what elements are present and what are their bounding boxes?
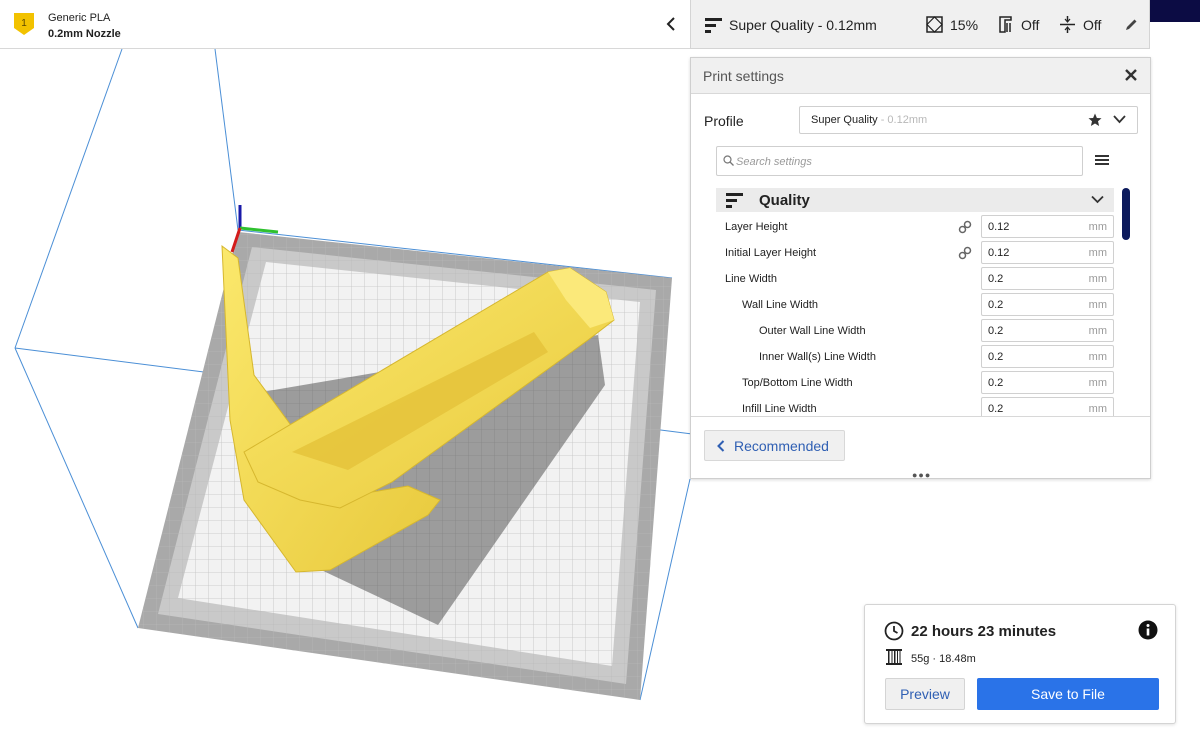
pencil-icon (1126, 19, 1137, 30)
chevron-down-icon (1113, 115, 1126, 124)
setting-unit: mm (1088, 273, 1107, 285)
print-settings-summary-bar[interactable]: Super Quality - 0.12mm 15% Off Off (690, 0, 1150, 49)
resize-grip-icon[interactable]: ●●● (912, 470, 931, 480)
close-button[interactable] (1122, 66, 1140, 84)
setting-unit: mm (1088, 299, 1107, 311)
nozzle-size: 0.2mm Nozzle (48, 28, 121, 40)
panel-header: Print settings (691, 58, 1150, 94)
setting-unit: mm (1088, 403, 1107, 415)
adhesion-icon (1060, 16, 1075, 33)
support-value: Off (1021, 16, 1040, 33)
setting-value: 0.2 (988, 325, 1004, 337)
search-icon (723, 155, 734, 166)
svg-text:1: 1 (21, 18, 27, 29)
setting-row-inner-wall-line-width: Inner Wall(s) Line Width 0.2 mm (716, 344, 1116, 370)
panel-title: Print settings (703, 68, 784, 84)
edit-settings-button[interactable] (1125, 0, 1138, 49)
setting-value: 0.2 (988, 403, 1004, 415)
setting-value-field[interactable]: 0.2 mm (981, 293, 1114, 316)
recommended-button[interactable]: Recommended (704, 430, 845, 461)
collapse-button[interactable] (660, 12, 682, 36)
setting-row-infill-line-width: Infill Line Width 0.2 mm (716, 396, 1116, 418)
setting-value-field[interactable]: 0.2 mm (981, 345, 1114, 368)
material-name: Generic PLA (48, 12, 111, 24)
chevron-down-icon (1091, 195, 1104, 204)
setting-value: 0.2 (988, 273, 1004, 285)
setting-unit: mm (1088, 325, 1107, 337)
profile-label: Profile (704, 113, 744, 129)
setting-value-field[interactable]: 0.2 mm (981, 319, 1114, 342)
link-icon[interactable] (958, 246, 972, 260)
print-settings-panel: Print settings Profile Super Quality - 0… (690, 57, 1151, 480)
setting-label: Wall Line Width (742, 299, 819, 311)
settings-list: Layer Height 0.12 mm Initial Layer Heigh… (716, 214, 1116, 418)
print-time: 22 hours 23 minutes (911, 623, 1057, 640)
setting-value-field[interactable]: 0.2 mm (981, 371, 1114, 394)
setting-value: 0.2 (988, 377, 1004, 389)
setting-unit: mm (1088, 247, 1107, 259)
setting-unit: mm (1088, 221, 1107, 233)
menu-icon[interactable] (1095, 154, 1109, 166)
search-settings-field[interactable] (716, 146, 1083, 176)
category-label: Quality (759, 192, 810, 209)
recommended-label: Recommended (734, 437, 829, 454)
setting-row-top-bottom-line-width: Top/Bottom Line Width 0.2 mm (716, 370, 1116, 396)
profile-dropdown[interactable]: Super Quality - 0.12mm (799, 106, 1138, 134)
info-icon[interactable] (1138, 620, 1158, 640)
quality-layers-icon (705, 17, 722, 33)
adhesion-value: Off (1083, 16, 1102, 33)
support-icon (999, 16, 1012, 33)
setting-unit: mm (1088, 377, 1107, 389)
setting-value: 0.2 (988, 351, 1004, 363)
spool-icon (886, 649, 902, 665)
setting-row-wall-line-width: Wall Line Width 0.2 mm (716, 292, 1116, 318)
save-to-file-button[interactable]: Save to File (977, 678, 1159, 710)
setting-value: 0.2 (988, 299, 1004, 311)
star-icon[interactable] (1088, 113, 1102, 127)
profile-summary[interactable]: Super Quality - 0.12mm (705, 0, 877, 49)
setting-label: Initial Layer Height (725, 247, 817, 259)
extruder-badge-icon: 1 (12, 11, 36, 37)
setting-row-line-width: Line Width 0.2 mm (716, 266, 1116, 292)
print-estimate-card: 22 hours 23 minutes 55g · 18.48m Preview… (864, 604, 1176, 724)
infill-icon (926, 16, 943, 33)
setting-label: Top/Bottom Line Width (742, 377, 853, 389)
infill-value: 15% (950, 16, 979, 33)
search-input[interactable] (736, 153, 1066, 170)
chevron-left-icon (717, 439, 725, 452)
setting-label: Outer Wall Line Width (759, 325, 866, 337)
setting-value: 0.12 (988, 247, 1010, 259)
setting-unit: mm (1088, 351, 1107, 363)
setting-label: Line Width (725, 273, 777, 285)
profile-summary-label: Super Quality - 0.12mm (729, 16, 877, 33)
infill-summary[interactable]: 15% (926, 0, 978, 49)
link-icon[interactable] (958, 220, 972, 234)
chevron-left-icon (666, 17, 675, 31)
window-accent-strip (1150, 0, 1200, 22)
setting-label: Layer Height (725, 221, 788, 233)
setting-row-initial-layer-height: Initial Layer Height 0.12 mm (716, 240, 1116, 266)
setting-value-field[interactable]: 0.2 mm (981, 267, 1114, 290)
setting-value: 0.12 (988, 221, 1010, 233)
setting-label: Infill Line Width (742, 403, 817, 415)
preview-button[interactable]: Preview (885, 678, 965, 710)
profile-selected-value: Super Quality - 0.12mm (811, 114, 928, 126)
setting-row-layer-height: Layer Height 0.12 mm (716, 214, 1116, 240)
panel-footer: Recommended ●●● (691, 416, 1150, 480)
category-header-quality[interactable]: Quality (716, 188, 1114, 212)
setting-value-field[interactable]: 0.12 mm (981, 215, 1114, 238)
material-header[interactable]: 1 Generic PLA 0.2mm Nozzle (0, 0, 690, 49)
setting-label: Inner Wall(s) Line Width (759, 351, 876, 363)
close-icon (1125, 69, 1137, 81)
setting-value-field[interactable]: 0.2 mm (981, 397, 1114, 418)
setting-value-field[interactable]: 0.12 mm (981, 241, 1114, 264)
adhesion-summary[interactable]: Off (1059, 0, 1101, 49)
setting-row-outer-wall-line-width: Outer Wall Line Width 0.2 mm (716, 318, 1116, 344)
material-usage: 55g · 18.48m (911, 653, 976, 665)
support-summary[interactable]: Off (997, 0, 1039, 49)
quality-layers-icon (726, 193, 743, 208)
clock-icon (884, 621, 904, 641)
settings-scrollbar[interactable] (1122, 188, 1130, 240)
